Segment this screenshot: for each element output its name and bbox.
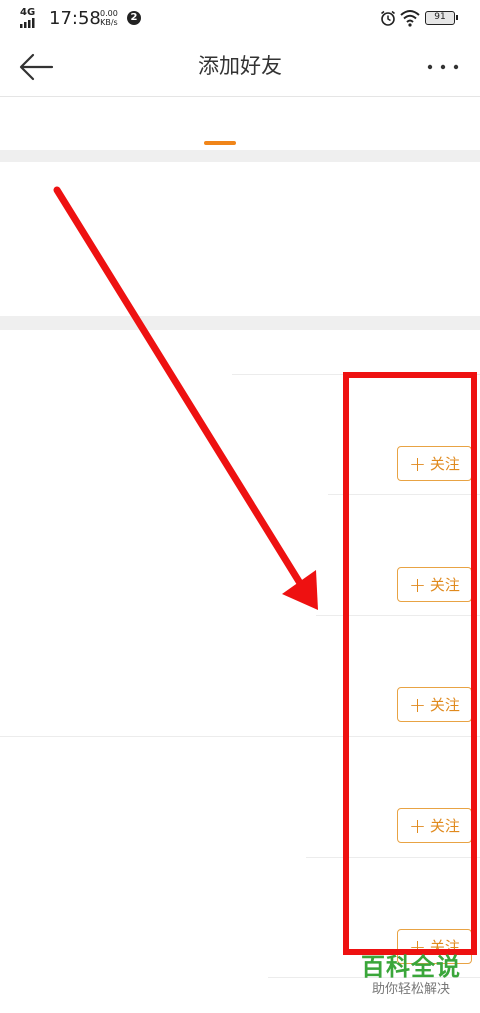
section-divider (0, 316, 480, 330)
network-speed: 0.00 KB/s (100, 9, 118, 27)
page-title: 添加好友 (198, 54, 282, 78)
network-speed-value: 0.00 (100, 9, 118, 18)
app-header: 添加好友 (0, 38, 480, 97)
battery-indicator: 91 (425, 11, 458, 25)
notification-badge: 2 (127, 11, 141, 25)
annotation-highlight-box (343, 372, 477, 955)
network-indicator: 4G (20, 8, 40, 28)
more-dots-icon[interactable] (426, 52, 462, 82)
active-tab-indicator (204, 141, 236, 145)
clock: 17:58 (49, 8, 101, 29)
watermark-title: 百科全说 (361, 953, 461, 981)
network-speed-unit: KB/s (100, 18, 118, 27)
network-type: 4G (20, 7, 36, 18)
signal-icon (20, 18, 35, 28)
alarm-icon (381, 10, 395, 26)
watermark-subtitle: 助你轻松解决 (371, 982, 450, 997)
status-bar: 4G 17:58 0.00 KB/s 2 91 (0, 0, 480, 38)
tab-bar (0, 97, 480, 150)
content-section (0, 162, 480, 316)
wifi-icon (400, 10, 420, 27)
section-divider (0, 150, 480, 162)
watermark-logo: 百科全说 助你轻松解决 (352, 952, 470, 998)
